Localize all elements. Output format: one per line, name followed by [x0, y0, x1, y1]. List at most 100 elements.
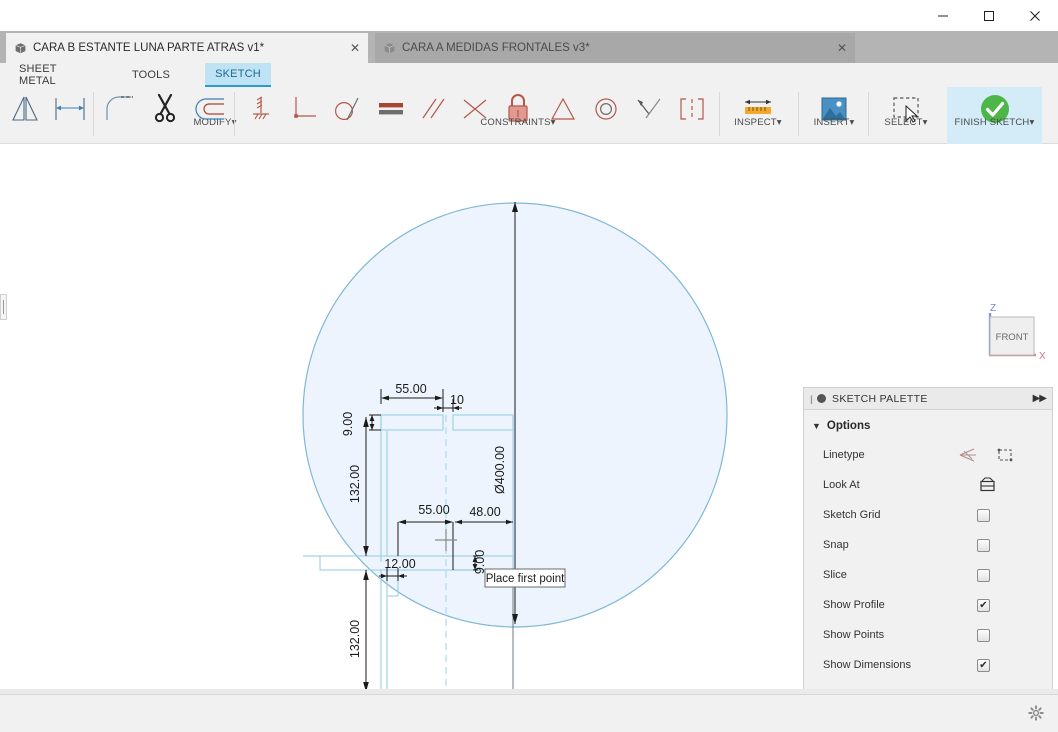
tangent-icon [335, 97, 359, 121]
show-points-checkbox[interactable] [977, 628, 990, 642]
options-section-title: Options [826, 420, 871, 432]
constraint-perpendicular-button[interactable] [286, 87, 324, 131]
rectangular-pattern-tool-button[interactable] [50, 87, 90, 131]
offset-tool-button[interactable] [190, 87, 230, 131]
palette-option-linetype[interactable]: Linetype [804, 440, 1052, 470]
window-title-bar [0, 0, 1058, 31]
snap-checkbox[interactable] [977, 538, 990, 552]
option-label: Slice [823, 569, 847, 581]
option-label: Show Points [823, 629, 885, 641]
palette-grip-icon[interactable]: ||| [810, 394, 813, 404]
ribbon-toolbar: MODIFY▾ [0, 87, 1058, 144]
ribbon-tab-tools[interactable]: TOOLS [116, 63, 186, 87]
document-cube-icon [15, 42, 26, 53]
sketch-palette-title: SKETCH PALETTE [832, 392, 928, 405]
inspect-tool-button[interactable]: INSPECT▾ [733, 87, 783, 131]
dim-text-offset: 48.00 [469, 505, 500, 519]
dim-text-lower-span: 132.00 [348, 620, 362, 658]
dim-text-top-width: 55.00 [395, 382, 426, 396]
fix-ground-icon [253, 96, 269, 120]
document-tab-cara-b[interactable]: CARA B ESTANTE LUNA PARTE ATRAS v1* ✕ [6, 33, 368, 63]
sketch-canvas[interactable]: 55.00 10 9.00 132.00 Ø400.00 55.00 48.00… [0, 144, 1058, 689]
document-tab-strip: CARA B ESTANTE LUNA PARTE ATRAS v1* ✕ CA… [0, 31, 1058, 92]
look-at-icon[interactable] [979, 477, 996, 493]
show-dimensions-checkbox[interactable]: ✔ [977, 658, 990, 672]
constraint-equal-button[interactable] [372, 87, 410, 131]
window-close-button[interactable] [1012, 0, 1058, 31]
tooltip-text: Place first point [486, 573, 565, 585]
palette-pin-icon[interactable] [817, 394, 827, 403]
window-maximize-button[interactable] [966, 0, 1012, 31]
curvature-icon [637, 98, 661, 119]
viewcube-axis-x-label: X [1039, 351, 1046, 362]
document-cube-icon [384, 42, 395, 53]
palette-option-snap[interactable]: Snap [804, 530, 1052, 560]
finish-sketch-button[interactable]: FINISH SKETCH▾ [947, 87, 1042, 144]
ribbon-tab-sketch[interactable]: SKETCH [205, 63, 271, 87]
inspect-group-label[interactable]: INSPECT▾ [723, 117, 793, 128]
perpendicular-icon [294, 97, 316, 118]
palette-option-slice[interactable]: Slice [804, 560, 1052, 590]
palette-collapse-icon[interactable]: ▶▶ [1033, 393, 1047, 404]
viewcube-axis-z-label: Z [990, 303, 996, 314]
dim-text-gap: 10 [450, 393, 464, 407]
palette-option-look-at[interactable]: Look At [804, 470, 1052, 500]
mirror-tool-button[interactable] [5, 87, 45, 131]
palette-option-show-profile[interactable]: Show Profile ✔ [804, 590, 1052, 620]
palette-option-show-dimensions[interactable]: Show Dimensions ✔ [804, 650, 1052, 680]
sketch-grid-checkbox[interactable] [977, 508, 990, 522]
option-label: Show Dimensions [823, 659, 912, 671]
constraint-concentric-button[interactable] [587, 87, 625, 131]
document-tab-title: CARA A MEDIDAS FRONTALES v3* [402, 42, 590, 54]
sketch-palette-header[interactable]: ||| SKETCH PALETTE ▶▶ [804, 388, 1052, 410]
midpoint-brackets-icon [680, 98, 704, 120]
constraint-midpoint-button[interactable] [672, 87, 712, 131]
dim-text-top-thickness: 9.00 [341, 412, 355, 436]
palette-option-show-points[interactable]: Show Points [804, 620, 1052, 650]
slice-checkbox[interactable] [977, 568, 990, 582]
mirror-icon [12, 96, 38, 121]
ribbon-tab-sheet-metal[interactable]: SHEET METAL [9, 63, 101, 87]
insert-tool-button[interactable]: INSERT▾ [810, 87, 858, 131]
viewcube-face-label: FRONT [996, 332, 1029, 343]
constraint-tangent-button[interactable] [328, 87, 366, 131]
document-tab-cara-a[interactable]: CARA A MEDIDAS FRONTALES v3* ✕ [375, 33, 855, 63]
palette-option-sketch-grid[interactable]: Sketch Grid [804, 500, 1052, 530]
option-label: Snap [823, 539, 849, 551]
triangle-icon [550, 97, 576, 120]
select-group-label[interactable]: SELECT▾ [872, 117, 940, 128]
insert-group-label[interactable]: INSERT▾ [800, 117, 868, 128]
fillet-tool-button[interactable] [100, 87, 140, 131]
select-tool-button[interactable]: SELECT▾ [882, 87, 930, 131]
constraint-curvature-button[interactable] [629, 87, 667, 131]
centerline-icon[interactable] [996, 447, 1014, 463]
equal-icon [379, 103, 403, 115]
document-tab-close-icon[interactable]: ✕ [340, 41, 360, 55]
dim-text-middle-width: 55.00 [418, 503, 449, 517]
constraint-fix-unfix-button[interactable]: CONSTRAINTS▾ [480, 87, 555, 131]
place-first-point-tooltip: Place first point [484, 568, 566, 588]
sketch-palette-body: ▼ Options Linetype Look At Sketch Grid S… [804, 410, 1052, 689]
sketch-palette-panel[interactable]: ||| SKETCH PALETTE ▶▶ ▼ Options Linetype [803, 387, 1053, 689]
option-label: Look At [823, 479, 860, 491]
document-tab-close-icon[interactable]: ✕ [827, 41, 847, 55]
distance-arrow-icon [55, 98, 85, 120]
constraint-fix-button[interactable] [242, 87, 280, 131]
chevron-down-icon: ▼ [812, 421, 821, 431]
constraint-symmetry-button[interactable] [544, 87, 582, 131]
dim-text-upper-span: 132.00 [348, 465, 362, 503]
option-label: Show Profile [823, 599, 885, 611]
finish-sketch-label[interactable]: FINISH SKETCH▾ [947, 117, 1042, 128]
settings-gear-icon[interactable] [1028, 705, 1044, 726]
window-minimize-button[interactable] [920, 0, 966, 31]
fillet-icon [106, 96, 133, 120]
palette-option-show-constraints[interactable]: Show Constraints [804, 680, 1052, 689]
status-bar [0, 694, 1058, 732]
view-cube[interactable]: Z X FRONT [960, 299, 1052, 381]
trim-tool-button[interactable]: MODIFY▾ [145, 87, 236, 131]
options-section-header[interactable]: ▼ Options [804, 416, 1052, 440]
construction-line-icon[interactable] [958, 447, 978, 463]
document-tab-title: CARA B ESTANTE LUNA PARTE ATRAS v1* [33, 42, 265, 54]
show-profile-checkbox[interactable]: ✔ [977, 598, 990, 612]
dim-text-tab-width: 12.00 [384, 557, 415, 571]
